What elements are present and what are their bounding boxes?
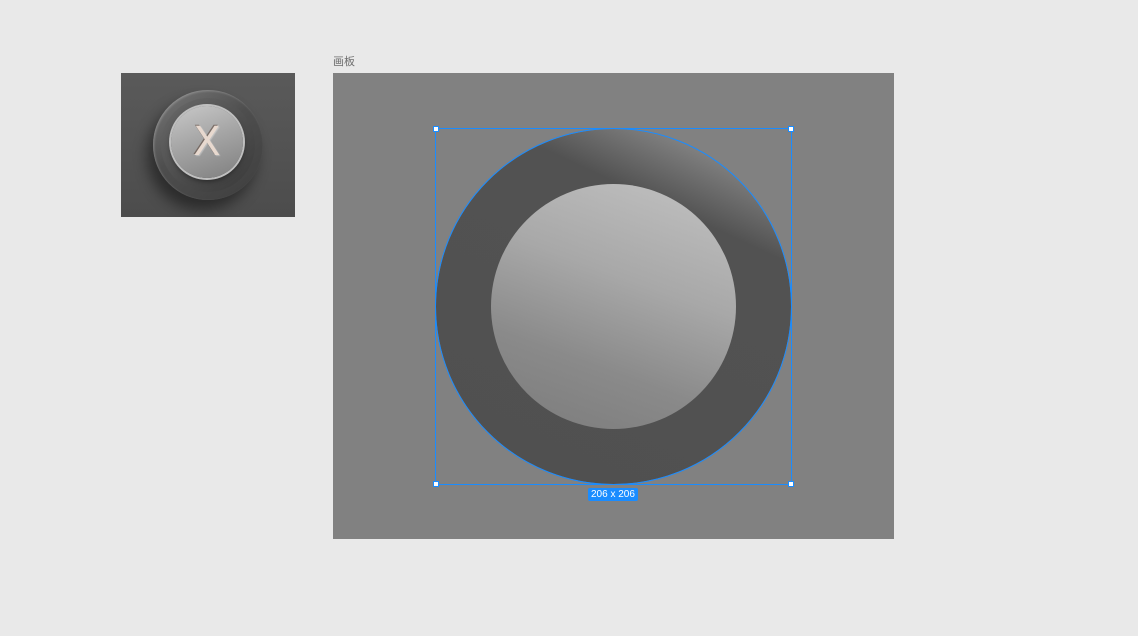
button-preview-ring: X xyxy=(161,98,255,192)
dimension-badge: 206 x 206 xyxy=(588,488,638,501)
button-preview-outer-ring: X xyxy=(153,90,263,200)
resize-handle-bottom-right[interactable] xyxy=(788,481,794,487)
button-preview-face: X xyxy=(171,106,243,178)
selection-outline xyxy=(435,128,792,485)
artboard-title[interactable]: 画板 xyxy=(333,55,355,69)
thumbnail-preview[interactable]: X xyxy=(121,73,295,217)
artboard[interactable]: 206 x 206 xyxy=(333,73,894,539)
close-x-glyph: X xyxy=(193,119,221,165)
resize-handle-top-right[interactable] xyxy=(788,126,794,132)
resize-handle-bottom-left[interactable] xyxy=(433,481,439,487)
resize-handle-top-left[interactable] xyxy=(433,126,439,132)
